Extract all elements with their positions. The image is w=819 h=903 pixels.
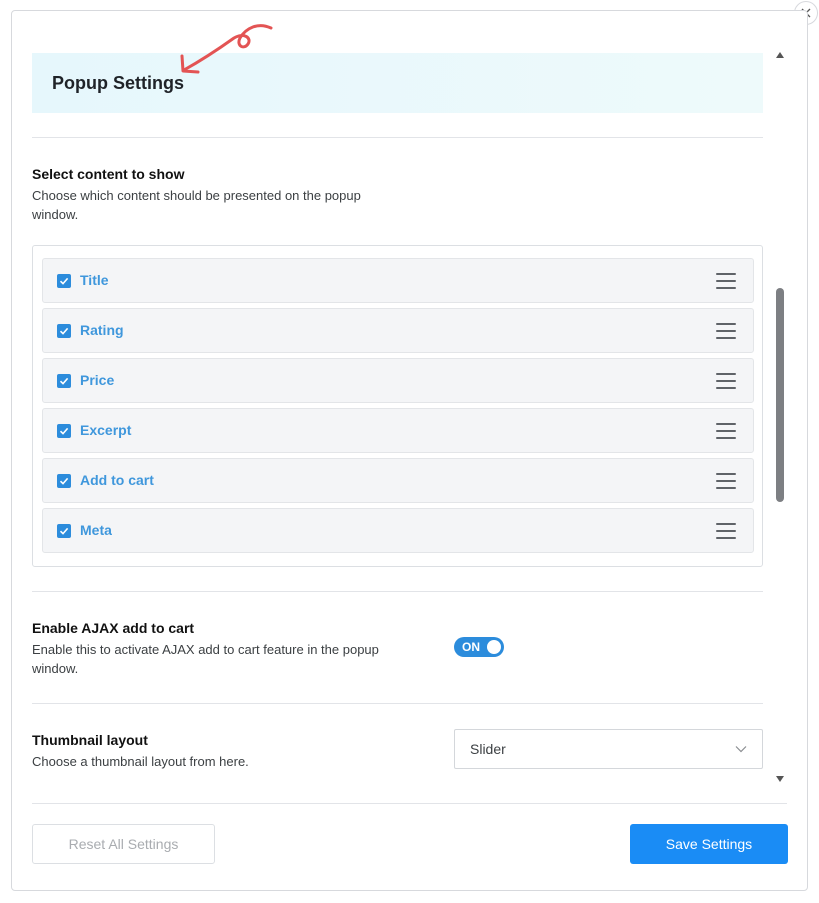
checkmark-icon (59, 477, 69, 485)
section-divider (32, 703, 763, 704)
checkbox[interactable] (57, 374, 71, 388)
select-value: Slider (470, 741, 506, 757)
content-section-description: Choose which content should be presented… (32, 188, 361, 222)
list-item[interactable]: Meta (42, 508, 754, 553)
list-item[interactable]: Excerpt (42, 408, 754, 453)
drag-handle-icon[interactable] (716, 473, 736, 489)
annotation-arrow-icon (180, 24, 273, 74)
checkmark-icon (59, 277, 69, 285)
thumbnail-section-title: Thumbnail layout (32, 732, 148, 748)
ajax-section-title: Enable AJAX add to cart (32, 620, 195, 636)
checkbox[interactable] (57, 324, 71, 338)
ajax-toggle[interactable]: ON (454, 637, 504, 657)
drag-handle-icon[interactable] (716, 373, 736, 389)
checkmark-icon (59, 327, 69, 335)
drag-handle-icon[interactable] (716, 423, 736, 439)
list-item[interactable]: Add to cart (42, 458, 754, 503)
drag-handle-icon[interactable] (716, 523, 736, 539)
list-item-label: Title (80, 272, 109, 288)
drag-handle-icon[interactable] (716, 323, 736, 339)
scroll-down-arrow-icon[interactable] (776, 776, 784, 782)
list-item[interactable]: Title (42, 258, 754, 303)
section-divider (32, 137, 763, 138)
list-item-label: Add to cart (80, 472, 154, 488)
section-divider (32, 591, 763, 592)
content-section-title: Select content to show (32, 166, 185, 182)
list-item[interactable]: Rating (42, 308, 754, 353)
content-sortable-list: Title Rating Price Excerpt Add to cart M (32, 245, 763, 567)
ajax-section-description: Enable this to activate AJAX add to cart… (32, 642, 379, 676)
drag-handle-icon[interactable] (716, 273, 736, 289)
checkmark-icon (59, 427, 69, 435)
thumbnail-section-description: Choose a thumbnail layout from here. (32, 754, 249, 769)
scrollbar-thumb[interactable] (776, 288, 784, 502)
scrollbar[interactable] (774, 52, 786, 782)
reset-settings-button[interactable]: Reset All Settings (32, 824, 215, 864)
checkmark-icon (59, 527, 69, 535)
list-item[interactable]: Price (42, 358, 754, 403)
thumbnail-layout-select[interactable]: Slider (454, 729, 763, 769)
scroll-up-arrow-icon[interactable] (776, 52, 784, 58)
toggle-label: ON (462, 640, 480, 654)
page-title: Popup Settings (52, 73, 184, 93)
toggle-knob (487, 640, 501, 654)
list-item-label: Meta (80, 522, 112, 538)
popup-settings-header: Popup Settings (32, 53, 763, 113)
list-item-label: Rating (80, 322, 124, 338)
checkbox[interactable] (57, 274, 71, 288)
list-item-label: Price (80, 372, 115, 388)
save-settings-button[interactable]: Save Settings (630, 824, 788, 864)
footer-divider (32, 803, 787, 804)
checkbox[interactable] (57, 424, 71, 438)
checkmark-icon (59, 377, 69, 385)
checkbox[interactable] (57, 474, 71, 488)
list-item-label: Excerpt (80, 422, 132, 438)
chevron-down-icon (735, 746, 747, 753)
checkbox[interactable] (57, 524, 71, 538)
